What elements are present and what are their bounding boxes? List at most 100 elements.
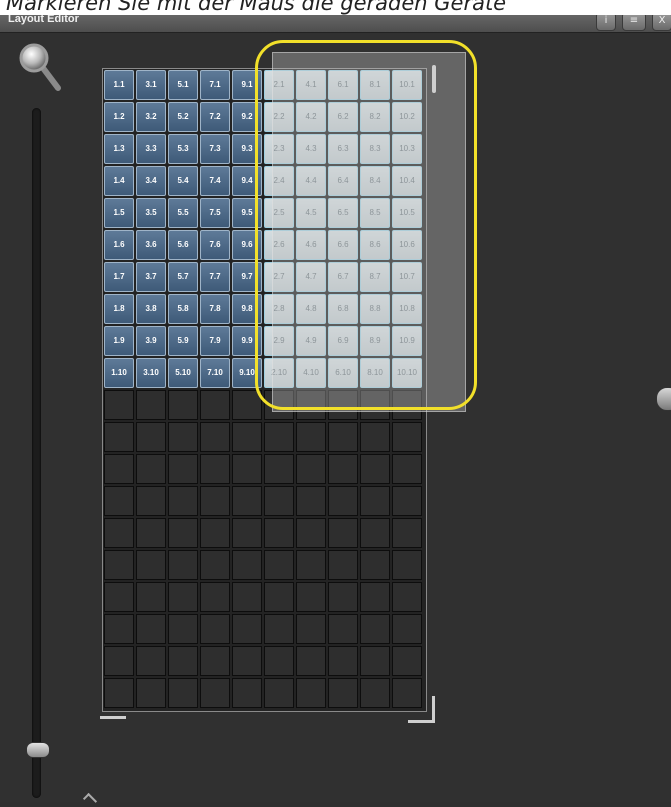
- empty-grid-cell[interactable]: [168, 614, 198, 644]
- empty-grid-cell[interactable]: [200, 422, 230, 452]
- fixture-cell[interactable]: 3.8: [136, 294, 166, 324]
- empty-grid-cell[interactable]: [360, 454, 390, 484]
- empty-grid-cell[interactable]: [168, 518, 198, 548]
- fixture-cell[interactable]: 1.8: [104, 294, 134, 324]
- empty-grid-cell[interactable]: [328, 614, 358, 644]
- empty-grid-cell[interactable]: [264, 550, 294, 580]
- empty-grid-cell[interactable]: [104, 614, 134, 644]
- empty-grid-cell[interactable]: [200, 486, 230, 516]
- fixture-cell[interactable]: 1.4: [104, 166, 134, 196]
- fixture-cell[interactable]: 1.6: [104, 230, 134, 260]
- empty-grid-cell[interactable]: [328, 550, 358, 580]
- fixture-cell[interactable]: 7.2: [200, 102, 230, 132]
- empty-grid-cell[interactable]: [136, 550, 166, 580]
- empty-grid-cell[interactable]: [232, 454, 262, 484]
- empty-grid-cell[interactable]: [264, 518, 294, 548]
- empty-grid-cell[interactable]: [328, 486, 358, 516]
- empty-grid-cell[interactable]: [392, 646, 422, 676]
- fixture-cell[interactable]: 3.6: [136, 230, 166, 260]
- empty-grid-cell[interactable]: [392, 518, 422, 548]
- empty-grid-cell[interactable]: [360, 678, 390, 708]
- empty-grid-cell[interactable]: [200, 646, 230, 676]
- empty-grid-cell[interactable]: [104, 422, 134, 452]
- fixture-cell[interactable]: 5.3: [168, 134, 198, 164]
- empty-grid-cell[interactable]: [360, 550, 390, 580]
- fixture-cell[interactable]: 7.7: [200, 262, 230, 292]
- empty-grid-cell[interactable]: [136, 422, 166, 452]
- empty-grid-cell[interactable]: [360, 486, 390, 516]
- fixture-cell[interactable]: 5.8: [168, 294, 198, 324]
- fixture-cell[interactable]: 5.9: [168, 326, 198, 356]
- empty-grid-cell[interactable]: [136, 486, 166, 516]
- empty-grid-cell[interactable]: [136, 454, 166, 484]
- empty-grid-cell[interactable]: [200, 614, 230, 644]
- empty-grid-cell[interactable]: [232, 550, 262, 580]
- empty-grid-cell[interactable]: [104, 454, 134, 484]
- empty-grid-cell[interactable]: [264, 678, 294, 708]
- empty-grid-cell[interactable]: [200, 582, 230, 612]
- empty-grid-cell[interactable]: [328, 646, 358, 676]
- empty-grid-cell[interactable]: [296, 486, 326, 516]
- empty-grid-cell[interactable]: [200, 550, 230, 580]
- empty-grid-cell[interactable]: [200, 518, 230, 548]
- fixture-cell[interactable]: 3.1: [136, 70, 166, 100]
- fixture-cell[interactable]: 3.7: [136, 262, 166, 292]
- empty-grid-cell[interactable]: [232, 582, 262, 612]
- empty-grid-cell[interactable]: [232, 646, 262, 676]
- empty-grid-cell[interactable]: [296, 454, 326, 484]
- empty-grid-cell[interactable]: [360, 582, 390, 612]
- fixture-cell[interactable]: 7.9: [200, 326, 230, 356]
- fixture-cell[interactable]: 1.9: [104, 326, 134, 356]
- empty-grid-cell[interactable]: [296, 646, 326, 676]
- empty-grid-cell[interactable]: [168, 678, 198, 708]
- empty-grid-cell[interactable]: [392, 486, 422, 516]
- fixture-cell[interactable]: 7.5: [200, 198, 230, 228]
- empty-grid-cell[interactable]: [360, 422, 390, 452]
- empty-grid-cell[interactable]: [136, 646, 166, 676]
- empty-grid-cell[interactable]: [232, 422, 262, 452]
- empty-grid-cell[interactable]: [392, 614, 422, 644]
- fixture-cell[interactable]: 7.6: [200, 230, 230, 260]
- empty-grid-cell[interactable]: [232, 678, 262, 708]
- empty-grid-cell[interactable]: [136, 518, 166, 548]
- empty-grid-cell[interactable]: [232, 518, 262, 548]
- empty-grid-cell[interactable]: [104, 582, 134, 612]
- empty-grid-cell[interactable]: [168, 486, 198, 516]
- empty-grid-cell[interactable]: [136, 614, 166, 644]
- empty-grid-cell[interactable]: [296, 518, 326, 548]
- fixture-cell[interactable]: 1.5: [104, 198, 134, 228]
- fixture-cell[interactable]: 7.10: [200, 358, 230, 388]
- fixture-cell[interactable]: 1.7: [104, 262, 134, 292]
- empty-grid-cell[interactable]: [136, 582, 166, 612]
- fixture-cell[interactable]: 3.4: [136, 166, 166, 196]
- empty-grid-cell[interactable]: [328, 454, 358, 484]
- fixture-cell[interactable]: 3.9: [136, 326, 166, 356]
- empty-grid-cell[interactable]: [360, 646, 390, 676]
- fixture-cell[interactable]: 1.2: [104, 102, 134, 132]
- resize-corner-icon[interactable]: [408, 696, 435, 723]
- fixture-cell[interactable]: 3.3: [136, 134, 166, 164]
- fixture-cell[interactable]: 1.10: [104, 358, 134, 388]
- zoom-slider-thumb[interactable]: [26, 742, 50, 758]
- fixture-cell[interactable]: 5.10: [168, 358, 198, 388]
- fixture-cell[interactable]: 7.8: [200, 294, 230, 324]
- fixture-cell[interactable]: 5.1: [168, 70, 198, 100]
- empty-grid-cell[interactable]: [104, 390, 134, 420]
- empty-grid-cell[interactable]: [168, 550, 198, 580]
- empty-grid-cell[interactable]: [296, 582, 326, 612]
- fixture-cell[interactable]: 3.10: [136, 358, 166, 388]
- empty-grid-cell[interactable]: [168, 422, 198, 452]
- empty-grid-cell[interactable]: [264, 614, 294, 644]
- empty-grid-cell[interactable]: [392, 454, 422, 484]
- fixture-cell[interactable]: 5.6: [168, 230, 198, 260]
- empty-grid-cell[interactable]: [104, 550, 134, 580]
- fixture-cell[interactable]: 7.4: [200, 166, 230, 196]
- empty-grid-cell[interactable]: [168, 454, 198, 484]
- fixture-cell[interactable]: 1.1: [104, 70, 134, 100]
- empty-grid-cell[interactable]: [200, 454, 230, 484]
- empty-grid-cell[interactable]: [296, 678, 326, 708]
- fixture-cell[interactable]: 1.3: [104, 134, 134, 164]
- empty-grid-cell[interactable]: [104, 518, 134, 548]
- fixture-cell[interactable]: 3.5: [136, 198, 166, 228]
- empty-grid-cell[interactable]: [296, 422, 326, 452]
